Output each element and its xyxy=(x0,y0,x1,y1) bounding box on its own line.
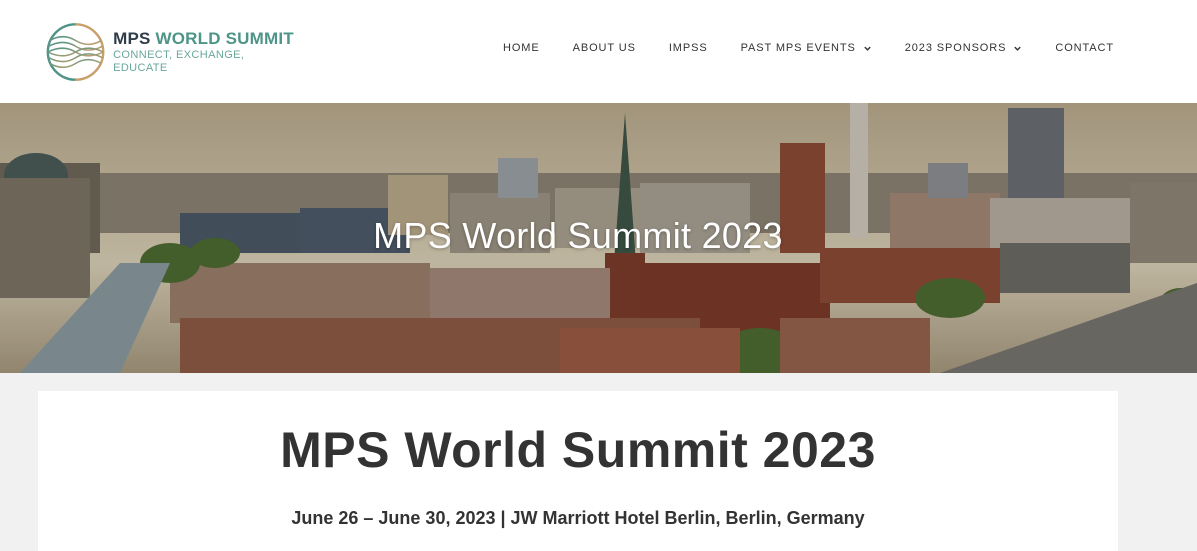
page-title: MPS World Summit 2023 xyxy=(280,422,876,478)
event-details: June 26 – June 30, 2023 | JW Marriott Ho… xyxy=(291,508,865,528)
nav-item-label: ABOUT US xyxy=(572,42,636,54)
logo-tagline: CONNECT, EXCHANGE, EDUCATE xyxy=(113,49,245,74)
nav-item-label: CONTACT xyxy=(1055,42,1114,54)
logo-title-mps: MPS xyxy=(113,29,151,48)
chevron-down-icon xyxy=(864,46,871,51)
nav-item-label: 2023 SPONSORS xyxy=(904,42,1007,54)
chevron-down-icon xyxy=(1014,46,1022,51)
site-logo[interactable]: MPS WORLD SUMMIT CONNECT, EXCHANGE, EDUC… xyxy=(44,20,294,84)
nav-item-2023-sponsors[interactable]: 2023 SPONSORS xyxy=(905,42,1023,54)
hero-title: MPS World Summit 2023 xyxy=(373,215,783,256)
content-card: MPS World Summit 2023 June 26 – June 30,… xyxy=(38,391,1118,551)
site-header: MPS WORLD SUMMIT CONNECT, EXCHANGE, EDUC… xyxy=(0,0,1197,103)
nav-item-impss[interactable]: IMPSS xyxy=(669,42,708,54)
logo-text: MPS WORLD SUMMIT CONNECT, EXCHANGE, EDUC… xyxy=(113,29,294,75)
nav-item-contact[interactable]: CONTACT xyxy=(1055,42,1114,54)
nav-item-home[interactable]: HOME xyxy=(503,42,540,54)
logo-title: MPS WORLD SUMMIT xyxy=(113,29,294,49)
logo-title-world-summit: WORLD SUMMIT xyxy=(155,29,294,48)
nav-item-about-us[interactable]: ABOUT US xyxy=(573,42,636,54)
nav-item-label: IMPSS xyxy=(668,42,708,54)
main-nav: HOME ABOUT US IMPSS PAST MPS EVENTS 2023… xyxy=(470,42,1114,54)
hero-banner: MPS World Summit 2023 xyxy=(0,103,1197,373)
globe-logo-icon xyxy=(46,23,105,81)
nav-item-past-mps-events[interactable]: PAST MPS EVENTS xyxy=(741,42,872,54)
nav-item-label: HOME xyxy=(503,42,540,54)
nav-item-label: PAST MPS EVENTS xyxy=(740,42,856,54)
